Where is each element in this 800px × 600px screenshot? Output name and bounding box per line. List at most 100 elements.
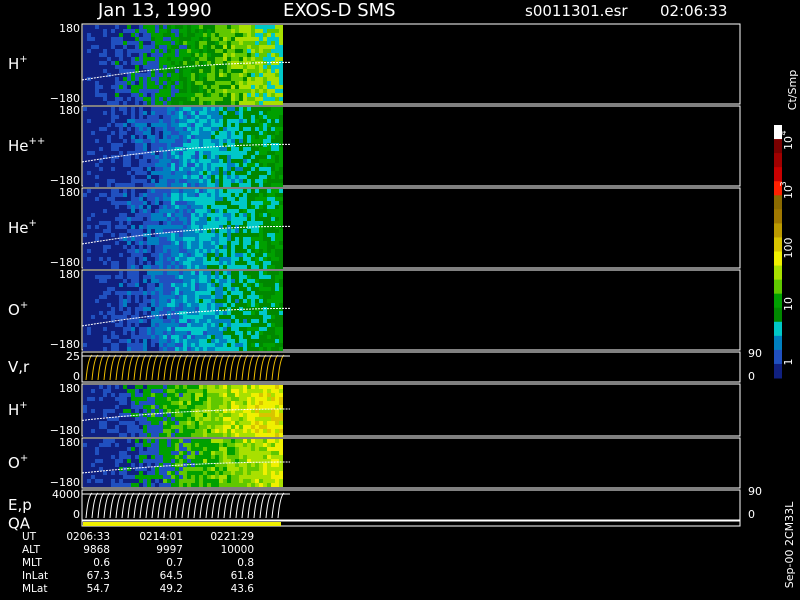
heat-cell	[203, 241, 207, 245]
heat-cell	[147, 101, 151, 105]
heat-cell	[167, 193, 171, 197]
heat-cell	[219, 77, 223, 81]
heat-cell	[167, 339, 171, 343]
heat-cell	[259, 33, 263, 37]
heat-cell	[231, 183, 235, 187]
heat-cell	[179, 175, 183, 179]
heat-cell	[255, 201, 259, 205]
heat-cell	[219, 159, 223, 163]
heat-cell	[135, 209, 139, 213]
heat-cell	[163, 335, 167, 339]
heat-cell	[119, 101, 123, 105]
heat-cell	[203, 93, 207, 97]
heat-cell	[163, 179, 167, 183]
heat-cell	[219, 37, 223, 41]
heat-cell	[131, 335, 135, 339]
heat-cell	[183, 389, 187, 393]
heat-cell	[275, 229, 279, 233]
heat-cell	[263, 271, 267, 275]
heat-cell	[95, 347, 99, 351]
heat-cell	[147, 433, 151, 437]
heat-cell	[195, 167, 199, 171]
heat-cell	[191, 25, 195, 29]
heat-cell	[171, 163, 175, 167]
heat-cell	[239, 193, 243, 197]
heat-cell	[127, 335, 131, 339]
heat-cell	[275, 45, 279, 49]
heat-cell	[211, 385, 215, 389]
heat-cell	[119, 433, 123, 437]
heat-cell	[191, 385, 195, 389]
heat-cell	[207, 385, 211, 389]
heat-cell	[155, 237, 159, 241]
heat-cell	[111, 401, 115, 405]
heat-cell	[267, 303, 271, 307]
heat-cell	[155, 459, 159, 463]
heat-cell	[115, 339, 119, 343]
heat-cell	[163, 119, 167, 123]
heat-cell	[199, 429, 203, 433]
heat-cell	[219, 433, 223, 437]
heat-cell	[95, 61, 99, 65]
heat-cell	[115, 475, 119, 479]
heat-cell	[203, 73, 207, 77]
heat-cell	[251, 283, 255, 287]
heat-cell	[151, 417, 155, 421]
heat-cell	[203, 331, 207, 335]
heat-cell	[91, 327, 95, 331]
heat-cell	[167, 447, 171, 451]
heat-cell	[223, 49, 227, 53]
heat-cell	[243, 93, 247, 97]
heat-cell	[171, 45, 175, 49]
heat-cell	[155, 347, 159, 351]
heat-cell	[207, 29, 211, 33]
heat-cell	[91, 237, 95, 241]
heat-cell	[103, 455, 107, 459]
heat-cell	[83, 135, 87, 139]
heat-cell	[207, 33, 211, 37]
heat-cell	[95, 97, 99, 101]
heat-cell	[255, 147, 259, 151]
heat-cell	[271, 299, 275, 303]
heat-cell	[171, 451, 175, 455]
heat-cell	[95, 25, 99, 29]
heat-cell	[235, 93, 239, 97]
heat-cell	[195, 335, 199, 339]
heat-cell	[95, 413, 99, 417]
heat-cell	[87, 279, 91, 283]
heat-cell	[155, 265, 159, 269]
heat-cell	[155, 279, 159, 283]
heat-cell	[195, 307, 199, 311]
heat-cell	[179, 397, 183, 401]
heat-cell	[255, 279, 259, 283]
heat-cell	[271, 221, 275, 225]
heat-cell	[135, 343, 139, 347]
heat-cell	[235, 139, 239, 143]
heat-cell	[131, 299, 135, 303]
heat-cell	[139, 471, 143, 475]
heat-cell	[155, 143, 159, 147]
heat-cell	[227, 163, 231, 167]
heat-cell	[239, 343, 243, 347]
heat-cell	[247, 107, 251, 111]
heat-cell	[123, 61, 127, 65]
heat-cell	[159, 287, 163, 291]
heat-cell	[195, 327, 199, 331]
heat-cell	[171, 433, 175, 437]
heat-cell	[115, 101, 119, 105]
heat-cell	[107, 233, 111, 237]
heat-cell	[271, 69, 275, 73]
heat-cell	[171, 179, 175, 183]
heat-cell	[99, 393, 103, 397]
heat-cell	[187, 417, 191, 421]
heat-cell	[131, 287, 135, 291]
heat-cell	[147, 421, 151, 425]
heat-cell	[167, 417, 171, 421]
heat-cell	[275, 37, 279, 41]
heat-cell	[111, 147, 115, 151]
heat-cell	[175, 225, 179, 229]
heat-cell	[107, 303, 111, 307]
heat-cell	[175, 393, 179, 397]
heat-cell	[175, 425, 179, 429]
heat-cell	[183, 265, 187, 269]
